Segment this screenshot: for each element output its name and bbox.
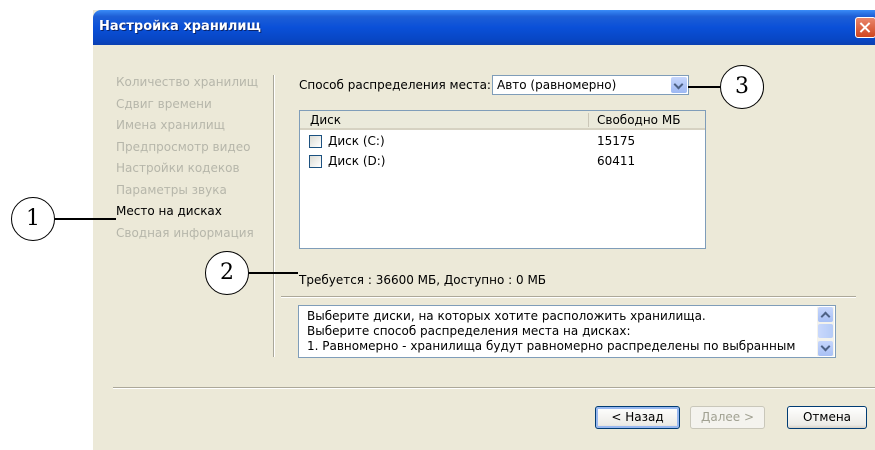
callout-1: 1 [11,197,55,241]
step-codec-settings: Настройки кодеков [116,161,240,175]
disk-free: 15175 [597,134,636,148]
horizontal-divider [281,296,856,298]
cancel-button[interactable]: Отмена [787,406,867,429]
footer-divider [113,387,875,389]
vertical-divider [273,75,275,357]
distribution-label: Способ распределения места: [299,78,491,92]
callout-3-leader [688,86,720,88]
disk-row[interactable]: Диск (D:) 60411 [300,152,705,172]
callout-2-leader [249,272,298,274]
step-storage-count: Количество хранилищ [116,75,259,89]
hint-line: Выберите диски, на которых хотите распол… [307,309,706,323]
step-video-preview: Предпросмотр видео [116,139,251,154]
hint-scrollbar[interactable] [817,307,834,356]
disk-row[interactable]: Диск (C:) 15175 [300,132,705,152]
column-free-mb[interactable]: Свободно МБ [597,113,680,127]
close-icon[interactable] [855,17,875,38]
disk-name: Диск (C:) [328,134,385,148]
scroll-up-icon[interactable] [818,307,833,322]
disk-checkbox[interactable] [309,155,322,168]
back-button[interactable]: < Назад [595,406,680,429]
chevron-down-icon[interactable] [671,77,687,93]
step-disk-space: Место на дисках [116,204,222,218]
next-button[interactable]: Далее > [690,406,765,429]
hint-line: 1. Равномерно - хранилища будут равномер… [307,339,796,353]
window-title: Настройка хранилищ [99,19,261,34]
disk-list: Диск Свободно МБ Диск (C:) 15175 Диск (D… [299,110,706,249]
dialog-body: Количество хранилищ Сдвиг времени Имена … [93,45,875,450]
disk-name: Диск (D:) [328,154,386,168]
disk-list-header: Диск Свободно МБ [300,111,705,130]
hint-box: Выберите диски, на которых хотите распол… [298,305,836,358]
step-time-shift: Сдвиг времени [116,96,212,111]
column-disk[interactable]: Диск [310,113,341,127]
disk-checkbox[interactable] [309,135,322,148]
space-status: Требуется : 36600 МБ, Доступно : 0 МБ [299,273,547,287]
scroll-down-icon[interactable] [818,341,833,356]
hint-line: Выберите способ распределения места на д… [307,324,631,338]
callout-3: 3 [720,65,764,109]
title-bar: Настройка хранилищ [93,10,875,45]
disk-free: 60411 [597,154,636,168]
scroll-thumb[interactable] [818,324,833,338]
distribution-value: Авто (равномерно) [497,78,617,92]
step-summary: Сводная информация [116,225,254,240]
column-separator [588,113,589,127]
hint-text: Выберите диски, на которых хотите распол… [307,309,795,354]
step-audio-params: Параметры звука [116,182,227,197]
callout-1-leader [55,218,116,220]
wizard-steps: Количество хранилищ Сдвиг времени Имена … [116,72,258,244]
callout-2: 2 [205,251,249,295]
step-storage-names: Имена хранилищ [116,118,225,132]
distribution-select[interactable]: Авто (равномерно) [492,75,689,95]
